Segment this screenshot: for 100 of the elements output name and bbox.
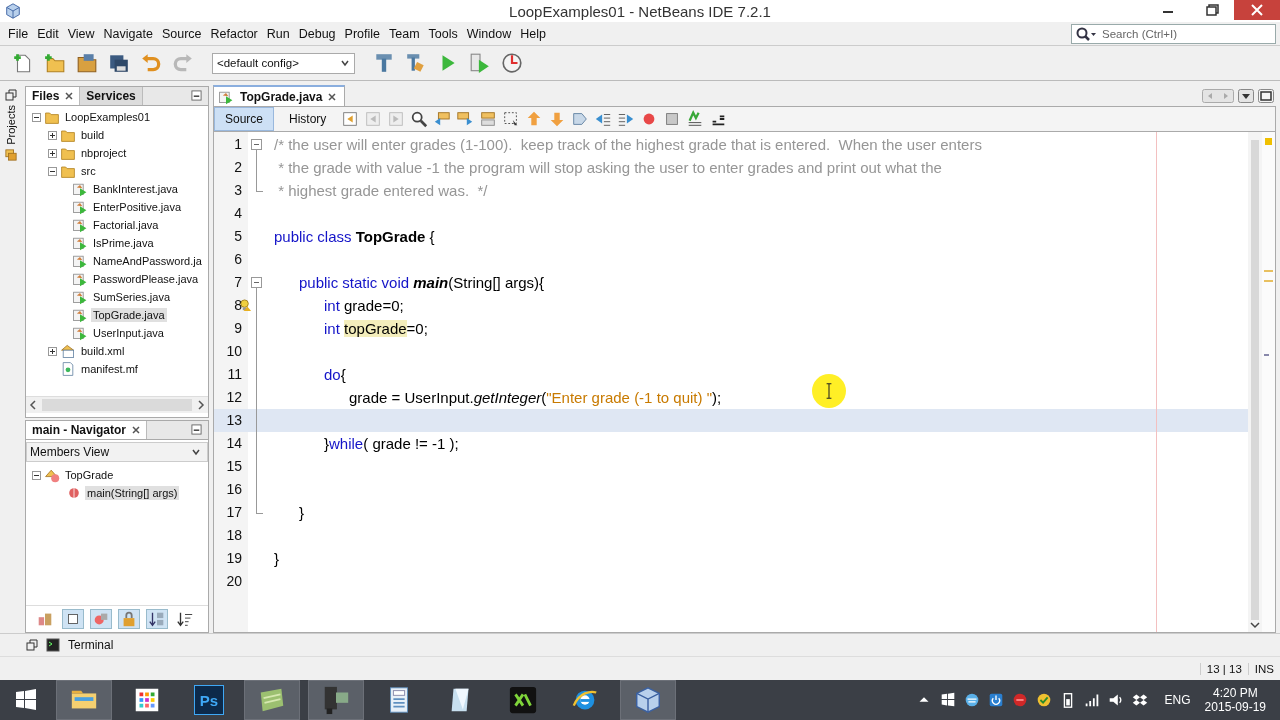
tree-item[interactable]: UserInput.java bbox=[91, 326, 166, 340]
restore-window-icon[interactable] bbox=[5, 89, 17, 101]
close-icon[interactable] bbox=[132, 426, 141, 434]
back-icon[interactable] bbox=[341, 110, 360, 128]
tree-item[interactable]: Factorial.java bbox=[91, 218, 161, 232]
menu-item[interactable]: Tools bbox=[424, 26, 463, 41]
expand-toggle[interactable] bbox=[48, 166, 57, 176]
camera-taskbar-button[interactable] bbox=[308, 680, 364, 720]
scroll-left-icon[interactable] bbox=[28, 400, 38, 410]
lock-icon[interactable] bbox=[118, 609, 140, 629]
panel-tab[interactable]: main - Navigator bbox=[26, 421, 148, 439]
tree-item[interactable]: EnterPositive.java bbox=[91, 200, 184, 214]
projects-tab[interactable]: Projects bbox=[4, 105, 18, 145]
tree-item[interactable]: BankInterest.java bbox=[91, 182, 180, 196]
menu-item[interactable]: Debug bbox=[294, 26, 341, 41]
window-title: LoopExamples01 - NetBeans IDE 7.2.1 bbox=[508, 2, 772, 20]
notes-taskbar-button[interactable] bbox=[244, 680, 300, 720]
new-project-icon[interactable] bbox=[44, 52, 66, 74]
collapse-icon[interactable] bbox=[251, 277, 262, 288]
photoshop-icon: Ps bbox=[194, 685, 224, 715]
explorer-taskbar-button[interactable] bbox=[56, 680, 112, 720]
tree-item[interactable]: manifest.mf bbox=[79, 362, 140, 376]
tab-list-icon[interactable] bbox=[1238, 89, 1254, 103]
expand-toggle[interactable] bbox=[32, 112, 41, 122]
editor-tab[interactable]: TopGrade.java bbox=[213, 85, 346, 106]
menu-item[interactable]: Refactor bbox=[206, 26, 263, 41]
find-next-icon[interactable] bbox=[456, 110, 475, 128]
minimize-icon[interactable] bbox=[191, 90, 202, 101]
horizontal-scrollbar[interactable] bbox=[26, 396, 208, 413]
terminal-tab[interactable]: Terminal bbox=[68, 638, 114, 652]
view-dropdown[interactable]: Members View bbox=[26, 442, 208, 462]
expand-toggle[interactable] bbox=[48, 130, 57, 140]
minimize-icon[interactable] bbox=[191, 424, 202, 435]
menu-item[interactable]: View bbox=[63, 26, 100, 41]
tree-item[interactable]: SumSeries.java bbox=[91, 290, 173, 304]
hammer-icon[interactable] bbox=[373, 52, 395, 74]
start-button[interactable] bbox=[14, 688, 38, 712]
highlight-icon[interactable] bbox=[479, 110, 498, 128]
tree-item[interactable]: build.xml bbox=[79, 344, 127, 358]
menu-item[interactable]: File bbox=[4, 26, 34, 41]
panel-tab[interactable]: Files bbox=[26, 87, 81, 105]
tree-item[interactable]: NameAndPassword.ja bbox=[91, 254, 204, 268]
terminal-icon[interactable] bbox=[46, 638, 60, 652]
menu-item[interactable]: Edit bbox=[33, 26, 64, 41]
close-icon[interactable] bbox=[328, 92, 337, 101]
maximize-icon[interactable] bbox=[1258, 89, 1274, 103]
search-icon[interactable] bbox=[410, 110, 429, 128]
tree-item[interactable]: IsPrime.java bbox=[91, 236, 156, 250]
language-indicator[interactable]: ENG bbox=[1164, 693, 1191, 707]
search-field[interactable]: Search (Ctrl+I) bbox=[1071, 23, 1276, 44]
close-button[interactable] bbox=[1234, 0, 1280, 20]
code-line: } bbox=[274, 550, 279, 567]
tree-item[interactable]: TopGrade bbox=[63, 468, 116, 482]
class-icon bbox=[44, 467, 60, 483]
save-icon[interactable] bbox=[108, 52, 130, 74]
menu-item[interactable]: Profile bbox=[340, 26, 385, 41]
code-line: grade = UserInput.getInteger("Enter grade (-1 to quit) "); bbox=[348, 389, 722, 406]
menu-item[interactable]: Help bbox=[516, 26, 551, 41]
menu-item[interactable]: Window bbox=[462, 26, 517, 41]
expand-toggle[interactable] bbox=[48, 148, 57, 158]
close-icon[interactable] bbox=[65, 92, 74, 100]
open-folder-icon[interactable] bbox=[76, 52, 98, 74]
menu-item[interactable]: Run bbox=[262, 26, 295, 41]
line-number: 13 bbox=[225, 411, 242, 430]
photoshop-taskbar-button[interactable]: Ps bbox=[182, 681, 236, 719]
toggle-bookmark-icon[interactable] bbox=[571, 110, 590, 128]
tree-item[interactable]: LoopExamples01 bbox=[63, 110, 152, 124]
code-line: int topGrade=0; bbox=[323, 320, 428, 337]
search-icon[interactable] bbox=[1075, 25, 1097, 42]
tree-item[interactable]: main(String[] args) bbox=[85, 486, 180, 500]
menu-item[interactable]: Navigate bbox=[99, 26, 158, 41]
menu-item[interactable]: Source bbox=[157, 26, 207, 41]
panel-tab[interactable]: Services bbox=[80, 87, 143, 105]
tree-item[interactable]: nbproject bbox=[79, 146, 129, 160]
scroll-down-icon[interactable] bbox=[1250, 620, 1260, 630]
tree-item[interactable]: TopGrade.java bbox=[91, 308, 167, 322]
profile-icon[interactable] bbox=[501, 52, 523, 74]
filter-icon[interactable] bbox=[62, 609, 84, 629]
tree-item[interactable]: src bbox=[79, 164, 98, 178]
java-icon bbox=[72, 253, 88, 269]
config-dropdown[interactable]: <default config> bbox=[212, 52, 355, 74]
expand-toggle[interactable] bbox=[48, 346, 57, 356]
sort-icon[interactable] bbox=[146, 609, 168, 629]
view-tab[interactable]: History bbox=[279, 108, 337, 130]
menu-item[interactable]: Team bbox=[385, 26, 425, 41]
tree-item[interactable]: PasswordPlease.java bbox=[91, 272, 201, 286]
line-number: 12 bbox=[225, 388, 242, 407]
projects-icon[interactable] bbox=[5, 148, 17, 161]
restore-window-icon[interactable] bbox=[26, 639, 38, 651]
vertical-scrollbar[interactable] bbox=[1248, 132, 1262, 632]
java-icon bbox=[72, 181, 88, 197]
scroll-right-icon[interactable] bbox=[196, 400, 206, 410]
hammer-broom-icon[interactable] bbox=[405, 52, 427, 74]
xml-icon bbox=[60, 343, 76, 359]
line-number: 4 bbox=[233, 204, 242, 223]
view-tab[interactable]: Source bbox=[214, 107, 275, 131]
expand-toggle[interactable] bbox=[32, 470, 41, 480]
collapse-icon[interactable] bbox=[251, 139, 262, 150]
netbeans-taskbar-button[interactable] bbox=[620, 680, 676, 720]
tree-item[interactable]: build bbox=[79, 128, 107, 142]
